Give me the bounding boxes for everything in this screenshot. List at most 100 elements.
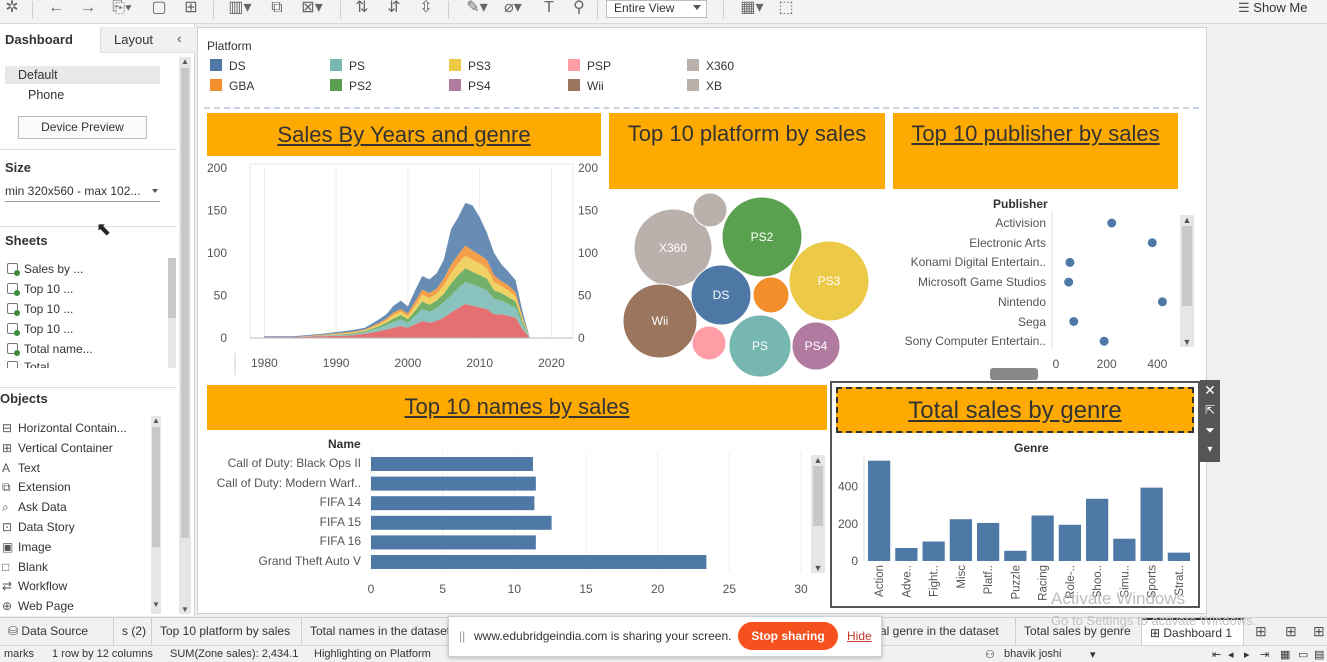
last-page-icon[interactable]: ⇥ [1260, 648, 1269, 661]
share-workbook-icon[interactable]: ⬚ [776, 0, 796, 18]
new-worksheet-icon[interactable]: ⊞ [1255, 623, 1267, 640]
scrollbar-thumb[interactable] [168, 258, 176, 318]
tab-sheet[interactable]: al genre in the dataset [872, 618, 1016, 645]
stop-sharing-button[interactable]: Stop sharing [738, 622, 838, 650]
new-datasource-icon[interactable]: ⊞ [180, 0, 202, 18]
fix-axes-icon[interactable]: ⚲ [570, 0, 588, 18]
genre-bar[interactable] [1031, 515, 1054, 562]
undo-icon[interactable]: ← [46, 0, 66, 18]
pane-scrollbar[interactable]: ▲ ▼ [179, 57, 191, 614]
group-icon[interactable]: ⌀▾ [498, 0, 528, 18]
name-bar[interactable] [371, 496, 535, 511]
legend-item[interactable]: XB [687, 79, 722, 93]
filmstrip-view-icon[interactable]: ▭ [1298, 648, 1308, 661]
container-drag-handle[interactable] [990, 368, 1038, 380]
legend-item[interactable]: PS3 [449, 59, 491, 73]
legend-item[interactable]: GBA [210, 79, 254, 93]
close-icon[interactable]: ✕ [1200, 380, 1220, 400]
legend-item[interactable]: X360 [687, 59, 734, 73]
drag-handle-icon[interactable]: || [459, 629, 465, 643]
scroll-up-icon[interactable]: ▲ [179, 57, 191, 66]
scroll-down-icon[interactable]: ▼ [811, 563, 825, 573]
legend-item[interactable]: PS [330, 59, 365, 73]
name-bar[interactable] [371, 555, 707, 569]
tableau-logo-icon[interactable]: ✲ [4, 0, 20, 18]
publisher-dot[interactable] [1107, 218, 1117, 228]
scrollbar-thumb[interactable] [1182, 226, 1192, 306]
genre-bar[interactable] [1167, 552, 1190, 561]
object-item[interactable]: ▣ Image [2, 540, 51, 554]
grid-view-icon[interactable]: ▦ [1280, 648, 1290, 661]
first-page-icon[interactable]: ⇤ [1212, 648, 1221, 661]
new-dashboard-icon[interactable]: ⊞ [1285, 623, 1297, 640]
platform-bubble-chart[interactable]: PS2 X360 PS3 Wii DS PS PS4 [605, 190, 890, 385]
genre-bar[interactable] [977, 522, 1000, 561]
legend-item[interactable]: PSP [568, 59, 611, 73]
object-item[interactable]: ⇄ Workflow [2, 579, 67, 593]
object-item[interactable]: ⊡ Data Story [2, 520, 75, 534]
highlight-icon[interactable]: ✎▾ [462, 0, 492, 18]
scroll-up-icon[interactable]: ▲ [811, 455, 825, 465]
legend-item[interactable]: PS4 [449, 79, 491, 93]
publisher-dot[interactable] [1099, 336, 1109, 346]
labels-icon[interactable]: T [540, 0, 558, 18]
sheet-item[interactable]: Sales by ... [7, 262, 83, 276]
status-user[interactable]: bhavik joshi [1004, 648, 1061, 660]
tab-sheet[interactable]: Top 10 platform by sales [152, 618, 302, 645]
tab-data-source[interactable]: ⛁ Data Source [0, 618, 114, 645]
publisher-dot[interactable] [1065, 257, 1075, 267]
legend-item[interactable]: Wii [568, 79, 604, 93]
genre-bar-chart[interactable]: 0 200 400 Action Adve.. Fight.. Misc Platf.. Puz… [833, 455, 1198, 605]
object-item[interactable]: A Text [2, 461, 40, 475]
clear-sheet-icon[interactable]: ⊠▾ [294, 0, 330, 18]
size-select[interactable]: min 320x560 - max 102... [5, 184, 160, 202]
genre-bar[interactable] [1140, 487, 1163, 561]
objects-scrollbar[interactable]: ▲ [151, 416, 161, 614]
sales-area-chart[interactable]: 0 0 50 50 100 100 150 150 200 200 1980 1990 2000 2010… [205, 160, 605, 375]
scroll-down-icon[interactable]: ▼ [1180, 337, 1194, 347]
bubble-XB[interactable] [692, 192, 728, 228]
fit-view-select[interactable]: Entire View [606, 0, 707, 18]
scroll-up-icon[interactable]: ▲ [1180, 215, 1194, 225]
scroll-down-icon[interactable]: ▼ [152, 600, 160, 609]
object-item[interactable]: ⌕ Ask Data [2, 500, 67, 515]
tab-dashboard[interactable]: Dashboard [0, 27, 100, 53]
presentation-icon[interactable]: ▦▾ [735, 0, 769, 18]
object-item[interactable]: ⊟ Horizontal Contain... [2, 421, 127, 435]
genre-bar[interactable] [1004, 550, 1027, 561]
save-icon[interactable]: ▢ [150, 0, 168, 18]
genre-bar[interactable] [895, 548, 918, 561]
publisher-dot[interactable] [1064, 277, 1074, 287]
replay-icon[interactable]: ⎘▾ [108, 0, 136, 18]
names-bar-chart[interactable]: 0 5 10 15 20 25 30 [365, 450, 810, 598]
publisher-dot[interactable] [1147, 238, 1157, 248]
device-phone[interactable]: Phone [28, 88, 64, 102]
scrollbar-thumb[interactable] [181, 68, 189, 538]
genre-bar[interactable] [922, 541, 945, 562]
more-options-icon[interactable]: ▾ [1200, 440, 1220, 460]
collapse-pane-icon[interactable]: ‹ [177, 30, 182, 46]
name-bar[interactable] [371, 476, 536, 491]
genre-bar[interactable] [1113, 538, 1136, 561]
redo-icon[interactable]: → [78, 0, 98, 18]
publisher-dot[interactable] [1069, 317, 1079, 326]
show-me-button[interactable]: ☰ Show Me [1238, 0, 1324, 16]
legend-item[interactable]: DS [210, 59, 246, 73]
scrollbar-thumb[interactable] [152, 427, 160, 547]
bubble-PSP[interactable] [691, 325, 727, 361]
object-item[interactable]: ⊞ Vertical Container [2, 441, 113, 455]
list-view-icon[interactable]: ▤ [1314, 648, 1324, 661]
scroll-down-icon[interactable]: ▼ [179, 605, 191, 614]
chevron-down-icon[interactable]: ▾ [1090, 648, 1096, 661]
next-page-icon[interactable]: ▸ [1244, 648, 1250, 661]
new-story-icon[interactable]: ⊞ [1313, 623, 1325, 640]
publisher-dot-chart[interactable]: 0 200 400 [1048, 210, 1178, 380]
name-bar[interactable] [371, 515, 552, 530]
publisher-dot[interactable] [1157, 297, 1167, 307]
sheet-item[interactable]: Top 10 ... [7, 302, 73, 316]
genre-bar[interactable] [1058, 524, 1081, 561]
sheet-item[interactable]: Total name... [7, 342, 93, 356]
prev-page-icon[interactable]: ◂ [1228, 648, 1234, 661]
names-scrollbar[interactable]: ▲ ▼ [811, 455, 825, 573]
legend-item[interactable]: PS2 [330, 79, 372, 93]
